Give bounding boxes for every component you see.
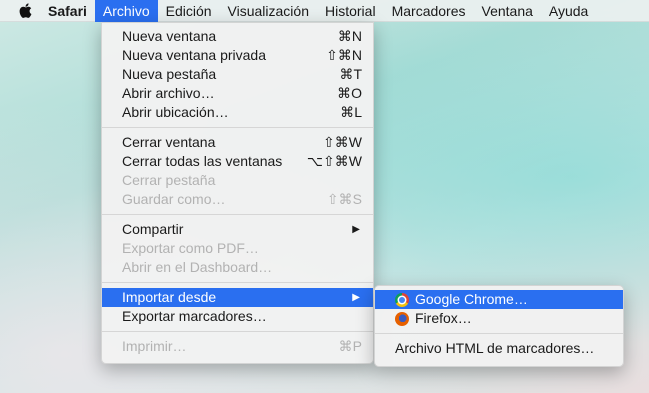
menu-item-label: Cerrar pestaña	[122, 172, 216, 188]
menu-item-label: Google Chrome…	[415, 291, 528, 307]
menu-safari[interactable]: Safari	[40, 0, 95, 22]
menu-separator	[102, 282, 373, 283]
archivo-menu: Nueva ventana ⌘N Nueva ventana privada ⇧…	[101, 22, 374, 364]
menu-item-label: Archivo HTML de marcadores…	[395, 340, 595, 356]
menu-item-importar-desde[interactable]: Importar desde ▶	[102, 288, 373, 307]
menu-item-label: Nueva pestaña	[122, 66, 217, 82]
menu-item-label: Exportar marcadores…	[122, 308, 267, 324]
menu-ayuda[interactable]: Ayuda	[541, 0, 596, 22]
menu-item-abrir-dashboard: Abrir en el Dashboard…	[102, 258, 373, 277]
shortcut-label: ⇧⌘N	[326, 47, 362, 63]
menu-bar: Safari Archivo Edición Visualización His…	[0, 0, 649, 22]
importar-desde-submenu: Google Chrome… Firefox… Archivo HTML de …	[374, 285, 624, 367]
menu-item-label: Guardar como…	[122, 191, 226, 207]
shortcut-label: ⌘N	[337, 28, 362, 44]
submenu-item-firefox[interactable]: Firefox…	[375, 309, 623, 328]
menu-separator	[102, 127, 373, 128]
menu-item-label: Compartir	[122, 221, 184, 237]
menu-item-nueva-ventana-privada[interactable]: Nueva ventana privada ⇧⌘N	[102, 46, 373, 65]
submenu-item-google-chrome[interactable]: Google Chrome…	[375, 290, 623, 309]
menu-item-label: Imprimir…	[122, 338, 187, 354]
menu-item-abrir-ubicacion[interactable]: Abrir ubicación… ⌘L	[102, 103, 373, 122]
firefox-icon	[395, 312, 409, 326]
shortcut-label: ⇧⌘W	[323, 134, 362, 150]
shortcut-label: ⌘P	[338, 338, 362, 354]
menu-archivo[interactable]: Archivo	[94, 0, 158, 22]
menu-item-label: Cerrar ventana	[122, 134, 216, 150]
menu-historial[interactable]: Historial	[317, 0, 384, 22]
menu-item-label: Firefox…	[415, 310, 472, 326]
shortcut-label: ⌘T	[339, 66, 362, 82]
shortcut-label: ⌘O	[337, 85, 362, 101]
menu-item-cerrar-todas[interactable]: Cerrar todas las ventanas ⌥⇧⌘W	[102, 152, 373, 171]
menu-item-exportar-marcadores[interactable]: Exportar marcadores…	[102, 307, 373, 326]
submenu-item-archivo-html[interactable]: Archivo HTML de marcadores…	[375, 339, 623, 358]
menu-item-guardar-como: Guardar como… ⇧⌘S	[102, 190, 373, 209]
menu-item-label: Abrir archivo…	[122, 85, 215, 101]
menu-item-label: Cerrar todas las ventanas	[122, 153, 283, 169]
menu-item-label: Exportar como PDF…	[122, 240, 259, 256]
menu-item-label: Importar desde	[122, 289, 217, 305]
menu-item-nueva-pestana[interactable]: Nueva pestaña ⌘T	[102, 65, 373, 84]
menu-ventana[interactable]: Ventana	[474, 0, 541, 22]
menu-item-label: Abrir en el Dashboard…	[122, 259, 273, 275]
submenu-arrow-icon: ▶	[352, 292, 360, 303]
shortcut-label: ⇧⌘S	[326, 191, 362, 207]
menu-item-cerrar-pestana: Cerrar pestaña	[102, 171, 373, 190]
menu-item-label: Nueva ventana privada	[122, 47, 266, 63]
menu-item-abrir-archivo[interactable]: Abrir archivo… ⌘O	[102, 84, 373, 103]
shortcut-label: ⌘L	[340, 104, 362, 120]
apple-icon[interactable]	[10, 0, 40, 22]
menu-visualizacion[interactable]: Visualización	[220, 0, 317, 22]
menu-item-exportar-pdf: Exportar como PDF…	[102, 239, 373, 258]
submenu-arrow-icon: ▶	[352, 224, 360, 235]
chrome-icon	[395, 293, 409, 307]
menu-edicion[interactable]: Edición	[158, 0, 220, 22]
menu-separator	[102, 331, 373, 332]
menu-marcadores[interactable]: Marcadores	[384, 0, 474, 22]
menu-separator	[102, 214, 373, 215]
menu-separator	[375, 333, 623, 334]
menu-item-label: Abrir ubicación…	[122, 104, 229, 120]
shortcut-label: ⌥⇧⌘W	[306, 153, 362, 169]
menu-item-compartir[interactable]: Compartir ▶	[102, 220, 373, 239]
menu-item-cerrar-ventana[interactable]: Cerrar ventana ⇧⌘W	[102, 133, 373, 152]
menu-item-label: Nueva ventana	[122, 28, 217, 44]
menu-item-imprimir: Imprimir… ⌘P	[102, 337, 373, 356]
menu-item-nueva-ventana[interactable]: Nueva ventana ⌘N	[102, 27, 373, 46]
